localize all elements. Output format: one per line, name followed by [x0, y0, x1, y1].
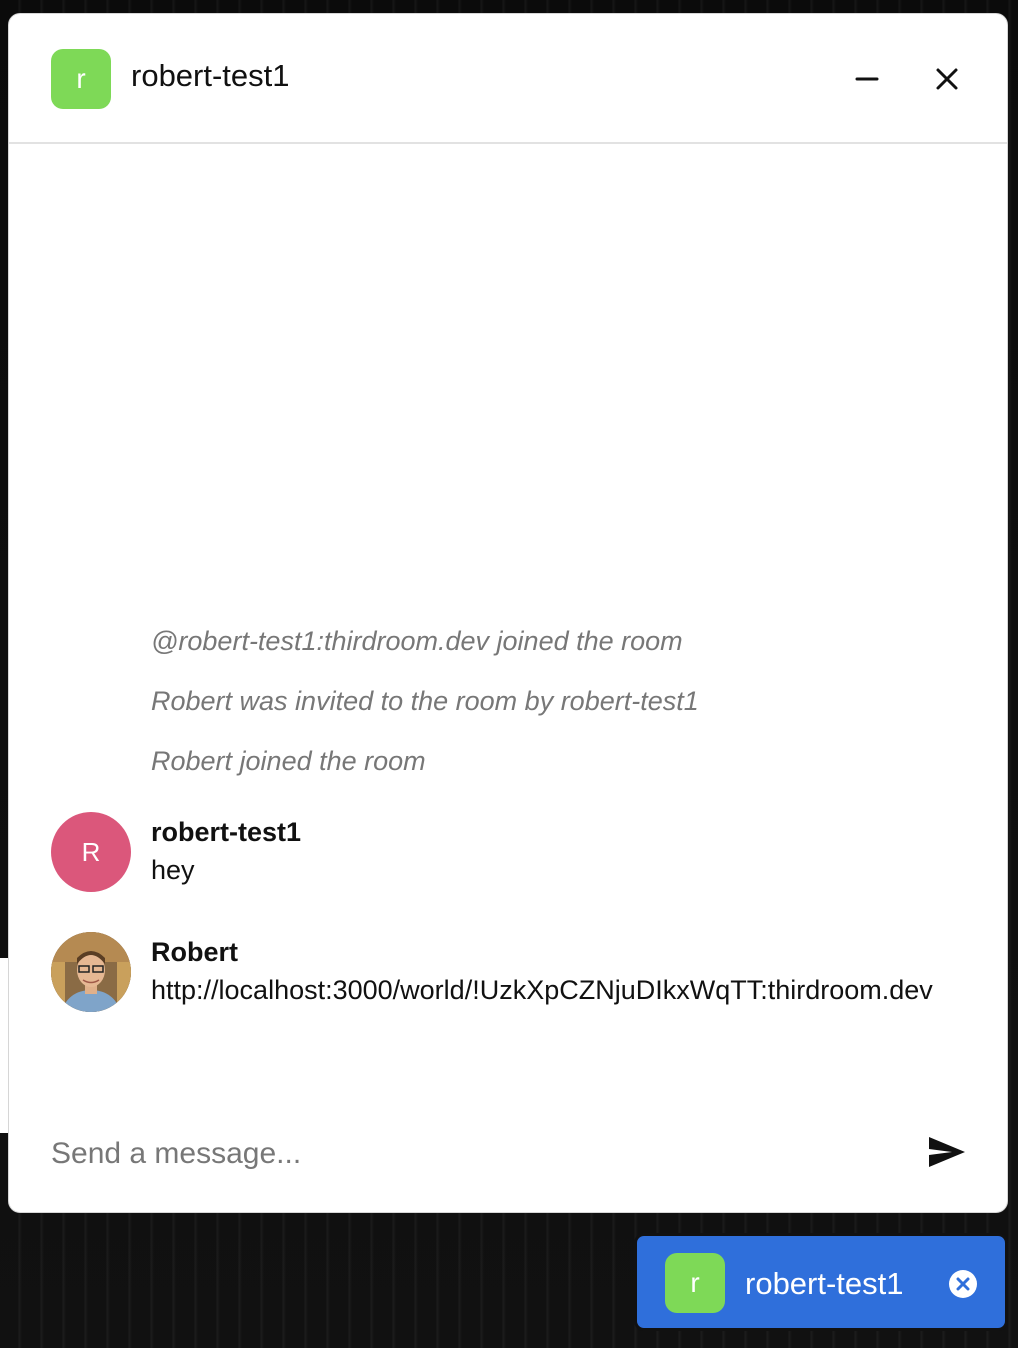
close-button[interactable] [927, 59, 967, 99]
chat-window: r robert-test1 @robert-test1:thirdroom.d… [8, 13, 1008, 1213]
message-input[interactable] [51, 1130, 871, 1178]
chip-avatar-letter: r [690, 1267, 700, 1298]
sender-avatar-letter: R [81, 836, 101, 867]
message-link[interactable]: http://localhost:3000/world/!UzkXpCZNjuD… [151, 970, 967, 1010]
message-composer [9, 1112, 1007, 1212]
chip-close-button[interactable] [949, 1270, 977, 1298]
message-body: Robert http://localhost:3000/world/!UzkX… [151, 934, 967, 1010]
message-sender[interactable]: Robert [151, 934, 967, 970]
send-icon [929, 1137, 965, 1167]
minimize-icon [855, 77, 879, 81]
close-circle-icon [956, 1277, 970, 1291]
room-avatar: r [51, 49, 111, 109]
sender-avatar[interactable] [51, 932, 131, 1012]
chip-room-title: robert-test1 [745, 1266, 904, 1301]
room-title: robert-test1 [131, 58, 290, 93]
message-sender[interactable]: robert-test1 [151, 814, 967, 850]
close-icon [936, 68, 958, 90]
chip-room-avatar: r [665, 1253, 725, 1313]
system-message: Robert joined the room [151, 746, 426, 776]
minimized-chat-chip[interactable]: r robert-test1 [634, 1233, 1008, 1331]
room-avatar-letter: r [76, 63, 86, 94]
sender-avatar[interactable]: R [51, 812, 131, 892]
message-body: robert-test1 hey [151, 814, 967, 890]
system-message: @robert-test1:thirdroom.dev joined the r… [151, 626, 683, 656]
system-message: Robert was invited to the room by robert… [151, 686, 699, 716]
send-button[interactable] [925, 1130, 969, 1174]
minimize-button[interactable] [847, 59, 887, 99]
message-text: hey [151, 855, 195, 885]
chat-header: r robert-test1 [9, 14, 1007, 144]
profile-photo-icon [51, 932, 131, 1012]
message-timeline[interactable]: @robert-test1:thirdroom.dev joined the r… [9, 146, 1007, 1112]
